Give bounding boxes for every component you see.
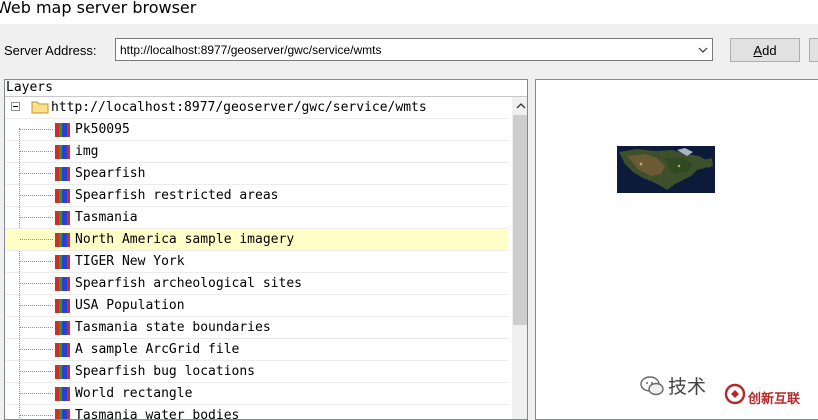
layer-icon [55, 145, 71, 159]
tree-connector [20, 151, 53, 152]
layer-name: Pk50095 [75, 122, 130, 137]
layer-name: A sample ArcGrid file [75, 342, 240, 357]
layer-name: USA Population [75, 298, 185, 313]
add-button[interactable]: Add [730, 38, 800, 62]
brand-logo-text: 创新互联 [748, 392, 801, 407]
tree-collapse-icon[interactable] [11, 102, 20, 111]
layer-icon [55, 167, 71, 181]
tree-connector [20, 371, 53, 372]
layer-name: Tasmania [75, 210, 138, 225]
tree-connector [20, 393, 53, 394]
layer-item[interactable]: Spearfish bug locations [5, 361, 508, 383]
layer-icon [55, 299, 71, 313]
layer-icon [55, 387, 71, 401]
add-button-accel: A [753, 42, 763, 58]
chevron-down-icon[interactable] [694, 39, 712, 60]
tree-root-row[interactable]: http://localhost:8977/geoserver/gwc/serv… [5, 97, 508, 119]
tree-connector [20, 415, 53, 416]
layer-name: World rectangle [75, 386, 193, 401]
tree-connector [20, 261, 53, 262]
layer-name: TIGER New York [75, 254, 185, 269]
watermark: 技术 [640, 372, 706, 399]
scrollbar-thumb[interactable] [513, 115, 527, 325]
wechat-icon [640, 375, 664, 395]
scroll-up-icon[interactable] [512, 97, 527, 114]
layer-item[interactable]: Tasmania water bodies [5, 405, 508, 420]
layer-item[interactable]: Tasmania [5, 207, 508, 229]
layer-icon [55, 211, 71, 225]
layer-item[interactable]: World rectangle [5, 383, 508, 405]
layer-icon [55, 321, 71, 335]
tree-connector [20, 195, 53, 196]
tree-connector [20, 305, 53, 306]
tree-connector [20, 283, 53, 284]
layer-icon [55, 277, 71, 291]
layer-name: Spearfish archeological sites [75, 276, 302, 291]
layers-header: Layers [5, 80, 527, 97]
layer-icon [55, 255, 71, 269]
layer-item[interactable]: Spearfish [5, 163, 508, 185]
server-address-combo[interactable]: http://localhost:8977/geoserver/gwc/serv… [115, 38, 713, 61]
layer-icon [55, 189, 71, 203]
tree-connector [20, 173, 53, 174]
add-button-rest: dd [762, 42, 777, 58]
layer-name: North America sample imagery [75, 232, 295, 247]
layer-name: img [75, 144, 99, 159]
layer-name: Spearfish [75, 166, 146, 181]
layer-item[interactable]: img [5, 141, 508, 163]
layer-icon [55, 365, 71, 379]
layer-item[interactable]: USA Population [5, 295, 508, 317]
layer-icon [55, 233, 71, 247]
layer-icon [55, 123, 71, 137]
layer-item[interactable]: Tasmania state boundaries [5, 317, 508, 339]
window-title: Web map server browser [0, 0, 197, 17]
tree-connector [20, 217, 53, 218]
tree-connector [20, 327, 53, 328]
watermark-text: 技术 [668, 376, 707, 398]
layers-tree: http://localhost:8977/geoserver/gwc/serv… [5, 97, 508, 420]
layer-item[interactable]: TIGER New York [5, 251, 508, 273]
layer-name: Tasmania water bodies [75, 408, 240, 420]
server-address-value[interactable]: http://localhost:8977/geoserver/gwc/serv… [120, 43, 381, 57]
layer-item[interactable]: Spearfish restricted areas [5, 185, 508, 207]
layer-name: Spearfish bug locations [75, 364, 256, 379]
tree-connector [20, 239, 53, 240]
map-preview-panel [535, 79, 818, 420]
tree-root-label: http://localhost:8977/geoserver/gwc/serv… [51, 100, 427, 115]
title-bar: Web map server browser [0, 0, 818, 24]
layer-item[interactable]: A sample ArcGrid file [5, 339, 508, 361]
tree-connector [20, 349, 53, 350]
layer-icon [55, 343, 71, 357]
layer-item[interactable]: Pk50095 [5, 119, 508, 141]
layer-icon [55, 409, 71, 419]
map-thumbnail [617, 146, 715, 193]
layer-name: Spearfish restricted areas [75, 188, 279, 203]
brand-logo-icon [724, 383, 746, 405]
layer-item[interactable]: Spearfish archeological sites [5, 273, 508, 295]
layers-panel: Layers http://localhost:8977/geoserver/g… [4, 79, 528, 420]
layer-item[interactable]: North America sample imagery [5, 229, 508, 251]
layers-scrollbar[interactable] [512, 97, 527, 419]
layer-name: Tasmania state boundaries [75, 320, 271, 335]
server-address-label: Server Address: [4, 43, 97, 58]
folder-icon [31, 99, 49, 119]
tree-connector [20, 129, 53, 130]
edge-button[interactable] [809, 38, 818, 62]
